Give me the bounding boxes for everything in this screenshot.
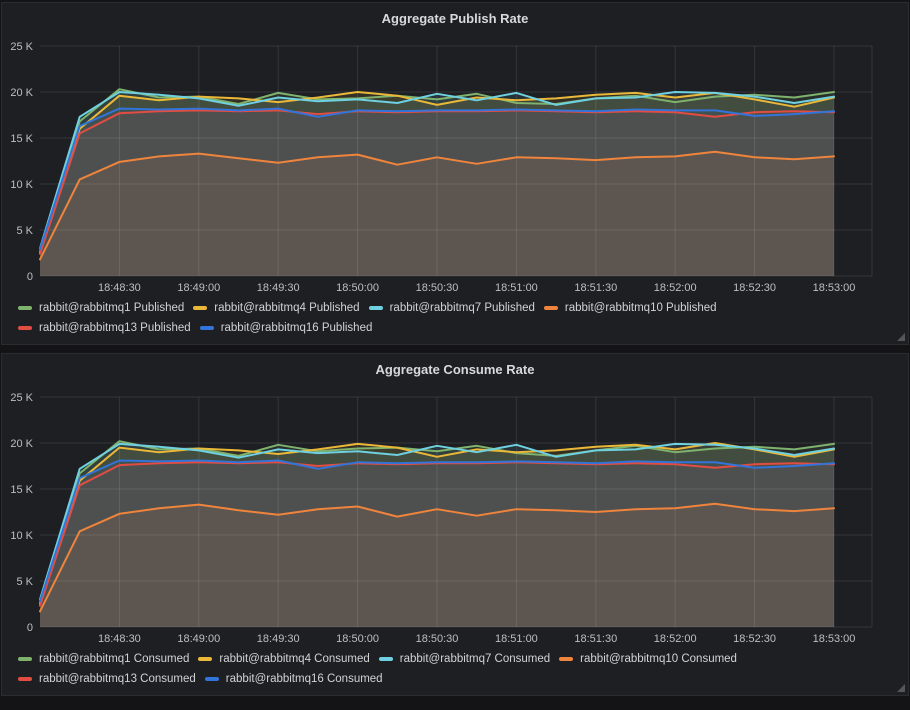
panel-aggregate-publish-rate: Aggregate Publish Rate 0 5 K 10 K 15 K 20 K 2… [1,2,909,345]
x-tick-label: 18:49:30 [257,633,300,645]
legend-label: rabbit@rabbitmq13 Consumed [39,671,196,687]
legend-item[interactable]: rabbit@rabbitmq16 Consumed [205,671,383,687]
y-tick-label: 25 K [10,41,33,53]
series-color-swatch [559,657,573,661]
y-axis-labels: 0 5 K 10 K 15 K 20 K 25 K [10,41,33,283]
y-axis-labels: 0 5 K 10 K 15 K 20 K 25 K [10,392,33,634]
x-tick-label: 18:51:30 [574,633,617,645]
legend-label: rabbit@rabbitmq10 Consumed [580,651,737,667]
y-tick-label: 5 K [16,225,33,237]
y-tick-label: 15 K [10,484,33,496]
panel-aggregate-consume-rate: Aggregate Consume Rate 0 5 K 10 K 15 K 20 K 2… [1,353,909,696]
x-tick-label: 18:48:30 [98,282,141,294]
legend-label: rabbit@rabbitmq1 Consumed [39,651,189,667]
x-tick-label: 18:50:00 [336,633,379,645]
x-tick-label: 18:53:00 [813,282,856,294]
x-tick-label: 18:51:00 [495,282,538,294]
y-tick-label: 10 K [10,530,33,542]
x-tick-label: 18:52:30 [733,633,776,645]
x-tick-label: 18:49:00 [177,633,220,645]
legend: rabbit@rabbitmq1 Consumed rabbit@rabbitmq… [2,647,908,695]
x-tick-label: 18:51:00 [495,633,538,645]
x-tick-label: 18:52:00 [654,282,697,294]
y-tick-label: 5 K [16,576,33,588]
timeseries-chart[interactable]: 05 K10 K15 K20 K25 K18:48:3018:49:0018:4… [2,383,908,647]
series-color-swatch [18,306,32,310]
panel-resize-handle-icon[interactable] [897,684,905,692]
y-tick-label: 20 K [10,87,33,99]
legend-label: rabbit@rabbitmq16 Published [221,320,373,336]
series-color-swatch [379,657,393,661]
series-color-swatch [18,326,32,330]
x-tick-label: 18:49:00 [177,282,220,294]
legend-item[interactable]: rabbit@rabbitmq16 Published [200,320,373,336]
legend: rabbit@rabbitmq1 Published rabbit@rabbitm… [2,296,908,344]
legend-label: rabbit@rabbitmq7 Published [390,300,535,316]
x-tick-label: 18:49:30 [257,282,300,294]
legend-item[interactable]: rabbit@rabbitmq1 Consumed [18,651,189,667]
y-tick-label: 20 K [10,438,33,450]
y-tick-label: 10 K [10,179,33,191]
x-tick-label: 18:50:00 [336,282,379,294]
x-tick-label: 18:52:00 [654,633,697,645]
legend-item[interactable]: rabbit@rabbitmq10 Published [544,300,717,316]
legend-item[interactable]: rabbit@rabbitmq10 Consumed [559,651,737,667]
panel-title[interactable]: Aggregate Publish Rate [2,3,908,32]
series-color-swatch [200,326,214,330]
series-color-swatch [18,657,32,661]
x-axis-labels: 18:48:30 18:49:00 18:49:30 18:50:00 18:50:30… [98,633,855,645]
y-tick-label: 0 [27,622,33,634]
legend-item[interactable]: rabbit@rabbitmq13 Published [18,320,191,336]
x-tick-label: 18:52:30 [733,282,776,294]
legend-item[interactable]: rabbit@rabbitmq4 Consumed [198,651,369,667]
legend-label: rabbit@rabbitmq16 Consumed [226,671,383,687]
y-tick-label: 0 [27,271,33,283]
x-axis-labels: 18:48:30 18:49:00 18:49:30 18:50:00 18:50:30… [98,282,855,294]
series-color-swatch [193,306,207,310]
legend-item[interactable]: rabbit@rabbitmq4 Published [193,300,359,316]
legend-label: rabbit@rabbitmq7 Consumed [400,651,550,667]
x-tick-label: 18:50:30 [416,282,459,294]
timeseries-chart[interactable]: 05 K10 K15 K20 K25 K18:48:3018:49:0018:4… [2,32,908,296]
legend-label: rabbit@rabbitmq10 Published [565,300,717,316]
legend-item[interactable]: rabbit@rabbitmq7 Published [369,300,535,316]
legend-item[interactable]: rabbit@rabbitmq13 Consumed [18,671,196,687]
y-tick-label: 25 K [10,392,33,404]
series-color-swatch [198,657,212,661]
legend-item[interactable]: rabbit@rabbitmq7 Consumed [379,651,550,667]
legend-label: rabbit@rabbitmq4 Published [214,300,359,316]
x-tick-label: 18:53:00 [813,633,856,645]
legend-item[interactable]: rabbit@rabbitmq1 Published [18,300,184,316]
x-tick-label: 18:48:30 [98,633,141,645]
series-color-swatch [18,677,32,681]
series-color-swatch [205,677,219,681]
x-tick-label: 18:50:30 [416,633,459,645]
legend-label: rabbit@rabbitmq13 Published [39,320,191,336]
y-tick-label: 15 K [10,133,33,145]
series-color-swatch [369,306,383,310]
panel-resize-handle-icon[interactable] [897,333,905,341]
legend-label: rabbit@rabbitmq1 Published [39,300,184,316]
dashboard: Aggregate Publish Rate 0 5 K 10 K 15 K 20 K 2… [0,0,910,698]
series-color-swatch [544,306,558,310]
x-tick-label: 18:51:30 [574,282,617,294]
legend-label: rabbit@rabbitmq4 Consumed [219,651,369,667]
panel-title[interactable]: Aggregate Consume Rate [2,354,908,383]
